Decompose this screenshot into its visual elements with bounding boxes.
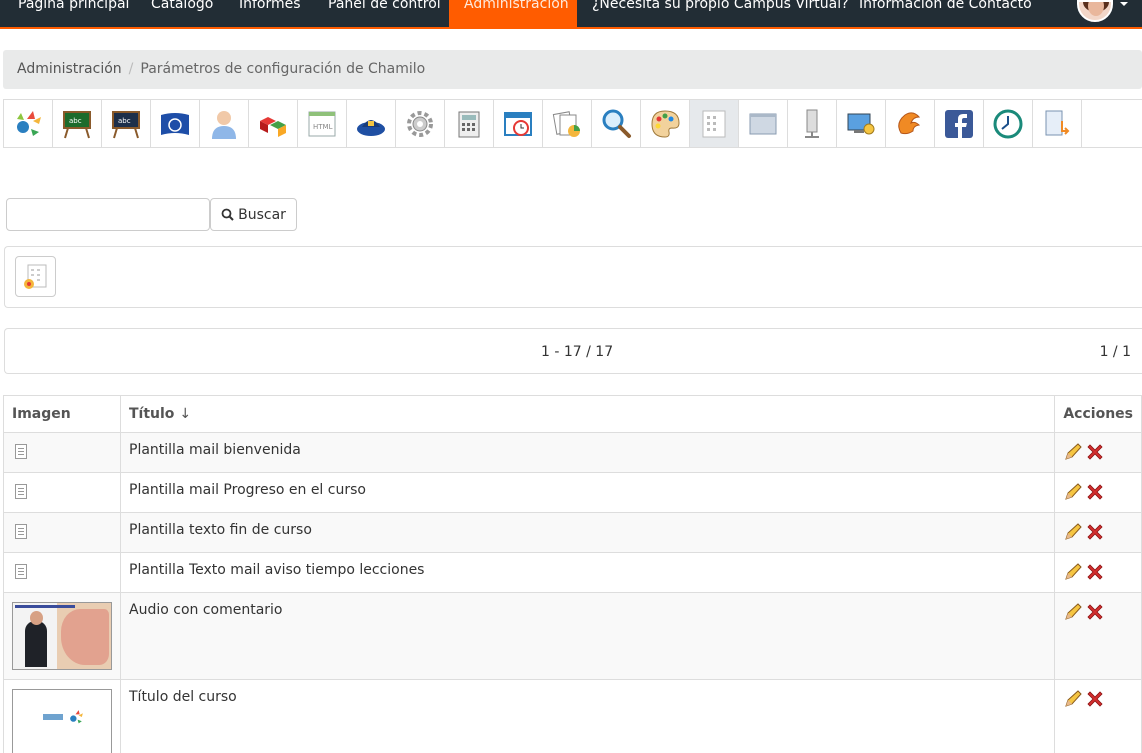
search-button-label: Buscar — [238, 206, 286, 223]
column-header-title[interactable]: Título ↓ — [119, 395, 1056, 433]
top-navbar: Página principal Catálogo Informes Panel… — [0, 0, 1142, 29]
chamilo-logo-icon[interactable] — [4, 100, 53, 147]
facebook-icon[interactable] — [935, 100, 984, 147]
course-blackboard-icon[interactable]: abc — [53, 100, 102, 147]
calendar-clock-icon[interactable] — [494, 100, 543, 147]
nav-item-administration[interactable]: Administración — [449, 0, 577, 27]
row-title: Título del curso — [119, 679, 1056, 753]
search-icon — [221, 208, 234, 221]
documents-icon[interactable] — [543, 100, 592, 147]
edit-icon[interactable] — [1063, 442, 1083, 462]
svg-text:abc: abc — [69, 117, 82, 125]
row-title: Audio con comentario — [119, 592, 1056, 680]
row-title: Plantilla texto fin de curso — [119, 512, 1056, 553]
column-header-image: Imagen — [3, 395, 121, 433]
breadcrumb: Administración / Parámetros de configuraci… — [3, 50, 1142, 89]
delete-icon[interactable] — [1085, 522, 1105, 542]
document-icon — [15, 524, 27, 539]
palette-icon[interactable] — [641, 100, 690, 147]
search-button[interactable]: Buscar — [210, 198, 297, 231]
clock-icon[interactable] — [984, 100, 1033, 147]
table-row: Plantilla Texto mail aviso tiempo leccio… — [3, 552, 1142, 593]
delete-icon[interactable] — [1085, 602, 1105, 622]
course-blackboard-dark-icon[interactable]: abc — [102, 100, 151, 147]
table-row: Audio con comentario — [3, 592, 1142, 680]
delete-icon[interactable] — [1085, 482, 1105, 502]
edit-icon[interactable] — [1063, 689, 1083, 709]
table-row: Plantilla mail Progreso en el curso — [3, 472, 1142, 513]
document-icon — [15, 484, 27, 499]
svg-text:abc: abc — [118, 117, 131, 125]
search-icon[interactable] — [592, 100, 641, 147]
server-icon[interactable] — [788, 100, 837, 147]
nav-item-dashboard[interactable]: Panel de control — [328, 0, 441, 27]
column-header-actions: Acciones — [1054, 395, 1142, 433]
edit-icon[interactable] — [1063, 522, 1083, 542]
nav-item-catalog[interactable]: Catálogo — [151, 0, 213, 27]
pagination-bar: 1 - 17 / 17 1 / 1 — [4, 328, 1142, 374]
nav-item-reports[interactable]: Informes — [239, 0, 301, 27]
html-editor-icon[interactable]: HTML — [298, 100, 347, 147]
actions-panel — [4, 246, 1142, 308]
table-row: Plantilla mail bienvenida — [3, 432, 1142, 473]
sort-arrow-icon[interactable]: ↓ — [179, 406, 191, 422]
avatar[interactable] — [1077, 0, 1113, 22]
edit-icon[interactable] — [1063, 482, 1083, 502]
file-download-icon[interactable] — [1033, 100, 1082, 147]
template-thumbnail — [12, 602, 112, 670]
admin-toolbar: abc abc HTML — [3, 99, 1142, 148]
chat-icon[interactable] — [886, 100, 935, 147]
window-icon[interactable] — [739, 100, 788, 147]
breadcrumb-administration[interactable]: Administración — [17, 61, 122, 77]
blocks-icon[interactable] — [249, 100, 298, 147]
nav-item-contact[interactable]: Información de Contacto — [859, 0, 1032, 27]
pagination-range: 1 - 17 / 17 — [541, 344, 614, 360]
row-title: Plantilla mail bienvenida — [119, 432, 1056, 473]
pagination-pages: 1 / 1 — [1099, 344, 1131, 360]
document-icon — [15, 444, 27, 459]
document-icon — [15, 564, 27, 579]
un-flag-icon[interactable] — [151, 100, 200, 147]
edit-icon[interactable] — [1063, 562, 1083, 582]
table-row: Título del curso — [3, 679, 1142, 753]
chevron-down-icon[interactable] — [1120, 2, 1128, 6]
delete-icon[interactable] — [1085, 442, 1105, 462]
nav-item-campus[interactable]: ¿Necesita su propio Campus Virtual? — [592, 0, 849, 27]
breadcrumb-separator: / — [128, 61, 134, 77]
row-title: Plantilla mail Progreso en el curso — [119, 472, 1056, 513]
monitor-lock-icon[interactable] — [837, 100, 886, 147]
template-thumbnail — [12, 689, 112, 753]
templates-icon[interactable] — [690, 100, 739, 147]
nav-item-home[interactable]: Página principal — [18, 0, 129, 27]
row-title: Plantilla Texto mail aviso tiempo leccio… — [119, 552, 1056, 593]
delete-icon[interactable] — [1085, 562, 1105, 582]
add-template-button[interactable] — [15, 256, 56, 297]
delete-icon[interactable] — [1085, 689, 1105, 709]
table-row: Plantilla texto fin de curso — [3, 512, 1142, 553]
security-icon[interactable] — [347, 100, 396, 147]
gear-icon[interactable] — [396, 100, 445, 147]
edit-icon[interactable] — [1063, 602, 1083, 622]
search-input[interactable] — [6, 198, 210, 231]
svg-text:HTML: HTML — [313, 123, 333, 131]
templates-table: Imagen Título ↓ Acciones Plantilla mail … — [3, 395, 1142, 753]
calculator-icon[interactable] — [445, 100, 494, 147]
add-template-icon — [23, 264, 46, 289]
breadcrumb-current: Parámetros de configuración de Chamilo — [140, 61, 426, 77]
user-icon[interactable] — [200, 100, 249, 147]
